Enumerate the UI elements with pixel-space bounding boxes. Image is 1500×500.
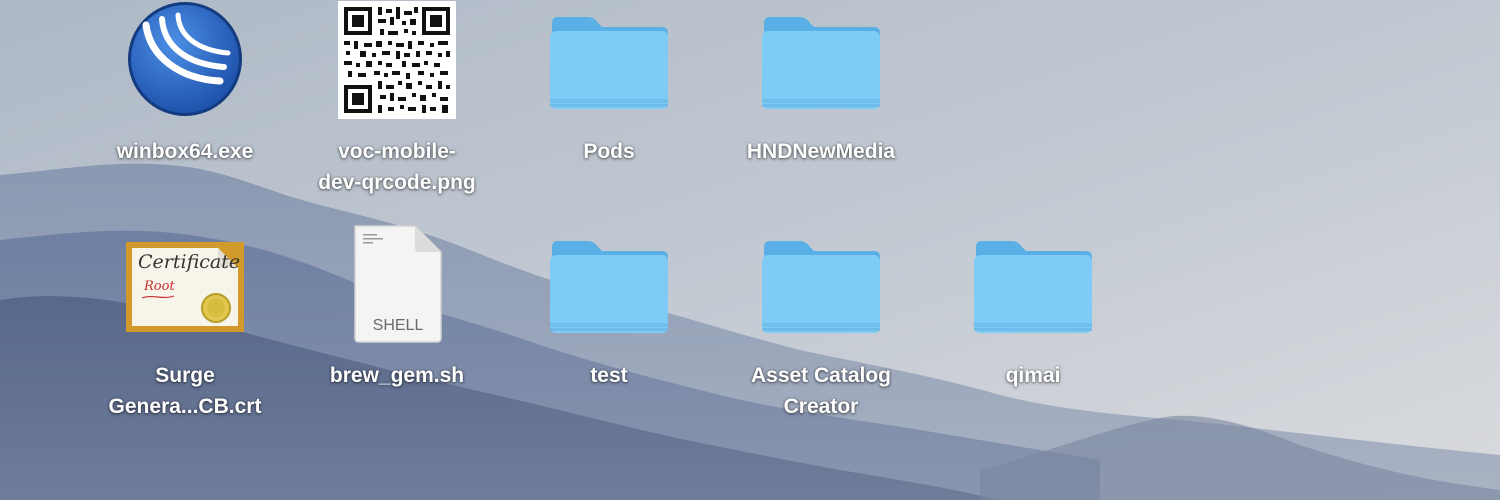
desktop-item-pods-folder[interactable]: Pods [509,0,709,167]
shell-script-icon: SHELL [332,224,462,344]
item-label: qimai [1005,364,1061,387]
item-label: Surge Genera...CB.crt [108,364,262,418]
desktop-item-asset-catalog-creator-folder[interactable]: Asset Catalog Creator [721,224,921,422]
desktop-item-brew-gem-sh[interactable]: SHELL brew_gem.sh [297,224,497,391]
item-label: HNDNewMedia [746,140,896,163]
file-type-badge: SHELL [373,317,424,334]
desktop-item-qrcode-png[interactable]: voc-mobile-dev-qrcode.png [297,0,497,198]
folder-icon [756,224,886,344]
certificate-title-text: Certificate [138,251,240,273]
desktop-item-qimai-folder[interactable]: qimai [933,224,1133,391]
desktop-item-surge-certificate[interactable]: Certificate Root Surge Genera...CB.crt [85,224,285,422]
item-label: Pods [583,140,635,163]
item-label: test [590,364,628,387]
desktop-item-hndnewmedia-folder[interactable]: HNDNewMedia [721,0,921,167]
desktop-item-winbox64[interactable]: winbox64.exe [85,0,285,167]
desktop-item-test-folder[interactable]: test [509,224,709,391]
item-label: brew_gem.sh [329,364,465,387]
item-label: Asset Catalog Creator [750,364,892,418]
item-label: winbox64.exe [116,140,254,163]
item-label: voc-mobile-dev-qrcode.png [318,140,476,194]
folder-icon [544,0,674,120]
winbox-app-icon [120,0,250,120]
folder-icon [544,224,674,344]
folder-icon [756,0,886,120]
certificate-icon: Certificate Root [120,224,250,344]
qr-code-image-icon [332,0,462,120]
certificate-root-text: Root [143,279,175,294]
folder-icon [968,224,1098,344]
